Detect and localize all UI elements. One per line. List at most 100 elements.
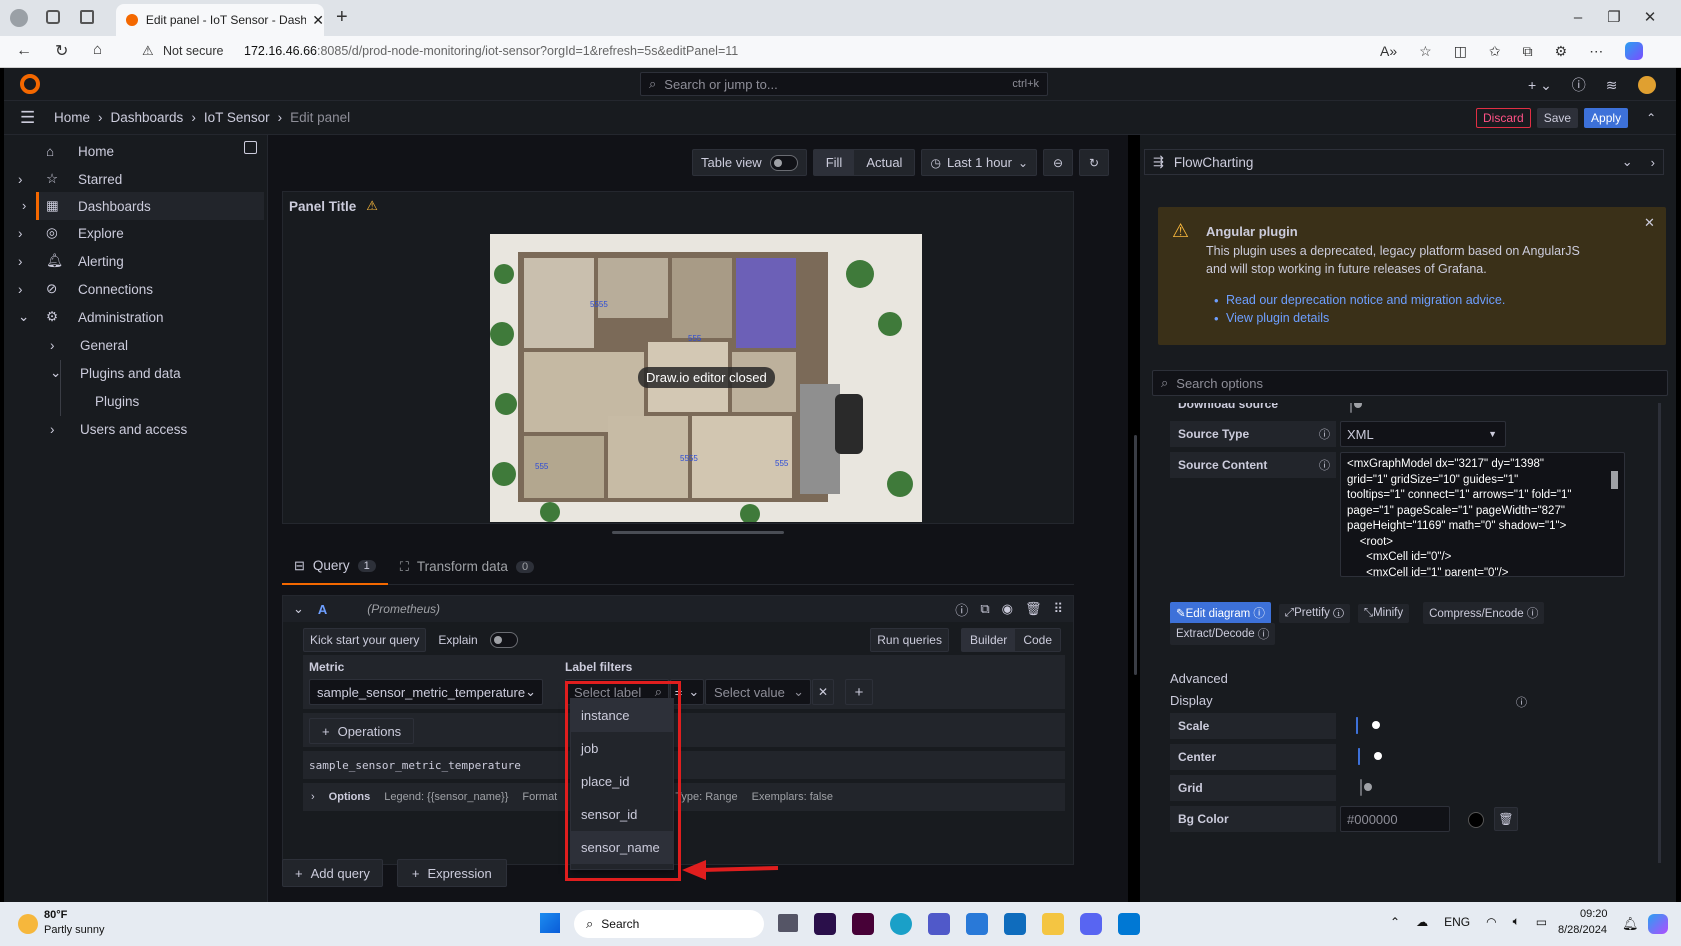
options-scrollbar[interactable] (1658, 403, 1661, 863)
menu-icon[interactable]: ☰ (20, 108, 35, 128)
refresh-button[interactable]: ↻ (1079, 149, 1110, 176)
sidebar-item-plugins-and-data[interactable]: ⌄ Plugins and data (4, 359, 264, 387)
chevron-down-icon[interactable]: ⌄ (18, 309, 46, 325)
source-content-editor[interactable]: <mxGraphModel dx="3217" dy="1398" grid="… (1340, 452, 1625, 577)
center-toggle[interactable] (1358, 748, 1360, 765)
color-swatch[interactable] (1468, 812, 1484, 828)
clock-date[interactable]: 8/28/2024 (1558, 924, 1607, 936)
alert-close-icon[interactable]: ✕ (1644, 215, 1655, 231)
query-options-row[interactable]: › Options Legend: {{sensor_name}} Format… (303, 783, 1065, 811)
tab-query[interactable]: ⊟ Query 1 (282, 549, 388, 585)
more-icon[interactable]: ⋯ (1589, 43, 1603, 60)
minify-button[interactable]: ⤡Minify (1357, 603, 1410, 623)
help-icon[interactable]: ⓘ (955, 600, 968, 619)
visualization-picker[interactable]: ⇶ FlowCharting ⌄ › (1144, 149, 1664, 175)
chevron-right-icon[interactable]: › (18, 172, 46, 187)
table-view-toggle[interactable]: Table view (692, 149, 807, 176)
editor-scrollbar[interactable] (1611, 471, 1618, 489)
add-filter-button[interactable]: + (845, 679, 873, 705)
compress-button[interactable]: Compress/Encode ⓘ (1423, 602, 1545, 624)
url-field[interactable]: 172.16.46.66 :8085/d/prod-node-monitorin… (244, 44, 738, 58)
kick-start-button[interactable]: Kick start your query (303, 628, 427, 652)
xd-icon[interactable] (852, 913, 874, 935)
back-icon[interactable]: ← (16, 42, 32, 60)
collections-icon[interactable] (46, 10, 60, 24)
sidebar-item-connections[interactable]: › ⊘ Connections (4, 275, 264, 303)
read-aloud-icon[interactable]: A» (1380, 43, 1397, 59)
time-picker[interactable]: ◷ Last 1 hour ⌄ (921, 149, 1038, 176)
start-icon[interactable] (540, 913, 560, 933)
operations-button[interactable]: + Operations (309, 718, 415, 744)
apply-button[interactable]: Apply (1584, 108, 1629, 128)
source-type-select[interactable]: XML ▼ (1340, 421, 1506, 447)
prettify-button[interactable]: ⤢Prettify ⓘ (1278, 603, 1350, 623)
zoom-out-button[interactable]: ⊖ (1043, 149, 1074, 176)
warning-icon[interactable]: ⚠ (366, 198, 378, 214)
extensions-icon[interactable]: ⚙ (1555, 43, 1568, 60)
query-ref-id[interactable]: A (318, 602, 327, 617)
chevron-down-icon[interactable]: ⌄ (50, 365, 80, 381)
remove-filter-button[interactable]: ✕ (812, 679, 834, 705)
tab-transform[interactable]: ⛶ Transform data 0 (388, 549, 546, 585)
download-source-toggle[interactable] (1350, 403, 1352, 413)
refresh-icon[interactable]: ↻ (55, 41, 68, 61)
sidebar-item-starred[interactable]: › ☆ Starred (4, 165, 264, 193)
tab-close-icon[interactable]: ✕ (312, 12, 324, 29)
deprecation-link[interactable]: Read our deprecation notice and migratio… (1226, 293, 1505, 307)
store-icon[interactable] (966, 913, 988, 935)
sidebar-item-plugins[interactable]: Plugins (4, 387, 264, 415)
restore-icon[interactable]: ❐ (1596, 8, 1632, 26)
chevron-right-icon[interactable]: › (50, 338, 80, 353)
split-screen-icon[interactable]: ◫ (1454, 43, 1467, 60)
news-icon[interactable]: ≋ (1606, 77, 1618, 94)
plugin-details-link[interactable]: View plugin details (1226, 311, 1329, 325)
chevron-right-icon[interactable]: › (18, 226, 46, 241)
sidebar-item-dashboards[interactable]: ▦ Dashboards (36, 192, 264, 220)
explorer-icon[interactable] (1042, 913, 1064, 935)
floor-plan-diagram[interactable]: 5555 555 5555 555 555 Draw.io editor clo… (490, 234, 922, 522)
metric-select[interactable]: sample_sensor_metric_temperature ⌄ (309, 679, 543, 705)
table-view-switch[interactable] (769, 154, 798, 171)
window-close-icon[interactable]: ✕ (1632, 8, 1668, 26)
teams-icon[interactable] (928, 913, 950, 935)
collapse-icon[interactable]: ⌃ (1646, 111, 1656, 125)
weather-icon[interactable] (18, 914, 38, 934)
breadcrumb-home[interactable]: Home (54, 110, 90, 125)
cloud-icon[interactable]: ☁ (1416, 915, 1428, 929)
volume-icon[interactable]: 🔈︎ (1513, 914, 1520, 929)
search-input[interactable]: ⌕ Search or jump to... ctrl+k (640, 72, 1048, 96)
scale-toggle[interactable] (1356, 717, 1358, 734)
drag-handle-icon[interactable]: ⠿ (1053, 601, 1063, 617)
tab-actions-icon[interactable] (80, 10, 94, 24)
vscode-icon[interactable] (1118, 913, 1140, 935)
save-button[interactable]: Save (1536, 108, 1579, 128)
actual-button[interactable]: Actual (854, 150, 914, 175)
discard-button[interactable]: Discard (1476, 108, 1531, 128)
premiere-icon[interactable] (814, 913, 836, 935)
collections-bar-icon[interactable]: ⧉ (1523, 43, 1533, 60)
user-avatar[interactable] (1637, 76, 1656, 94)
chevron-up-icon[interactable]: ⌃ (1390, 915, 1400, 929)
language-label[interactable]: ENG (1444, 915, 1470, 929)
run-queries-button[interactable]: Run queries (870, 628, 949, 652)
task-view-icon[interactable] (778, 914, 798, 932)
sidebar-item-alerting[interactable]: › 🔔︎ Alerting (4, 247, 264, 275)
sidebar-item-explore[interactable]: › ◎ Explore (4, 219, 264, 247)
panel-header[interactable]: Panel Title ⚠ (289, 198, 378, 214)
minimize-icon[interactable]: – (1560, 9, 1596, 26)
mail-icon[interactable] (1004, 913, 1026, 935)
explain-toggle[interactable] (489, 632, 518, 648)
sidebar-item-administration[interactable]: ⌄ ⚙ Administration (4, 303, 264, 331)
breadcrumb-iot-sensor[interactable]: IoT Sensor (204, 110, 270, 125)
builder-button[interactable]: Builder (961, 629, 1016, 651)
add-query-button[interactable]: + Add query (282, 859, 383, 887)
eye-icon[interactable]: ◉ (1002, 601, 1013, 617)
expression-button[interactable]: + Expression (396, 859, 507, 887)
discord-icon[interactable] (1080, 913, 1102, 935)
edit-diagram-button[interactable]: ✎Edit diagram ⓘ (1170, 602, 1271, 624)
duplicate-icon[interactable]: ⧉ (980, 601, 989, 617)
sidebar-item-general[interactable]: › General (4, 331, 264, 359)
options-search-input[interactable]: ⌕ Search options (1152, 370, 1668, 396)
breadcrumb-dashboards[interactable]: Dashboards (111, 110, 184, 125)
trash-icon[interactable]: 🗑︎ (1025, 601, 1042, 617)
